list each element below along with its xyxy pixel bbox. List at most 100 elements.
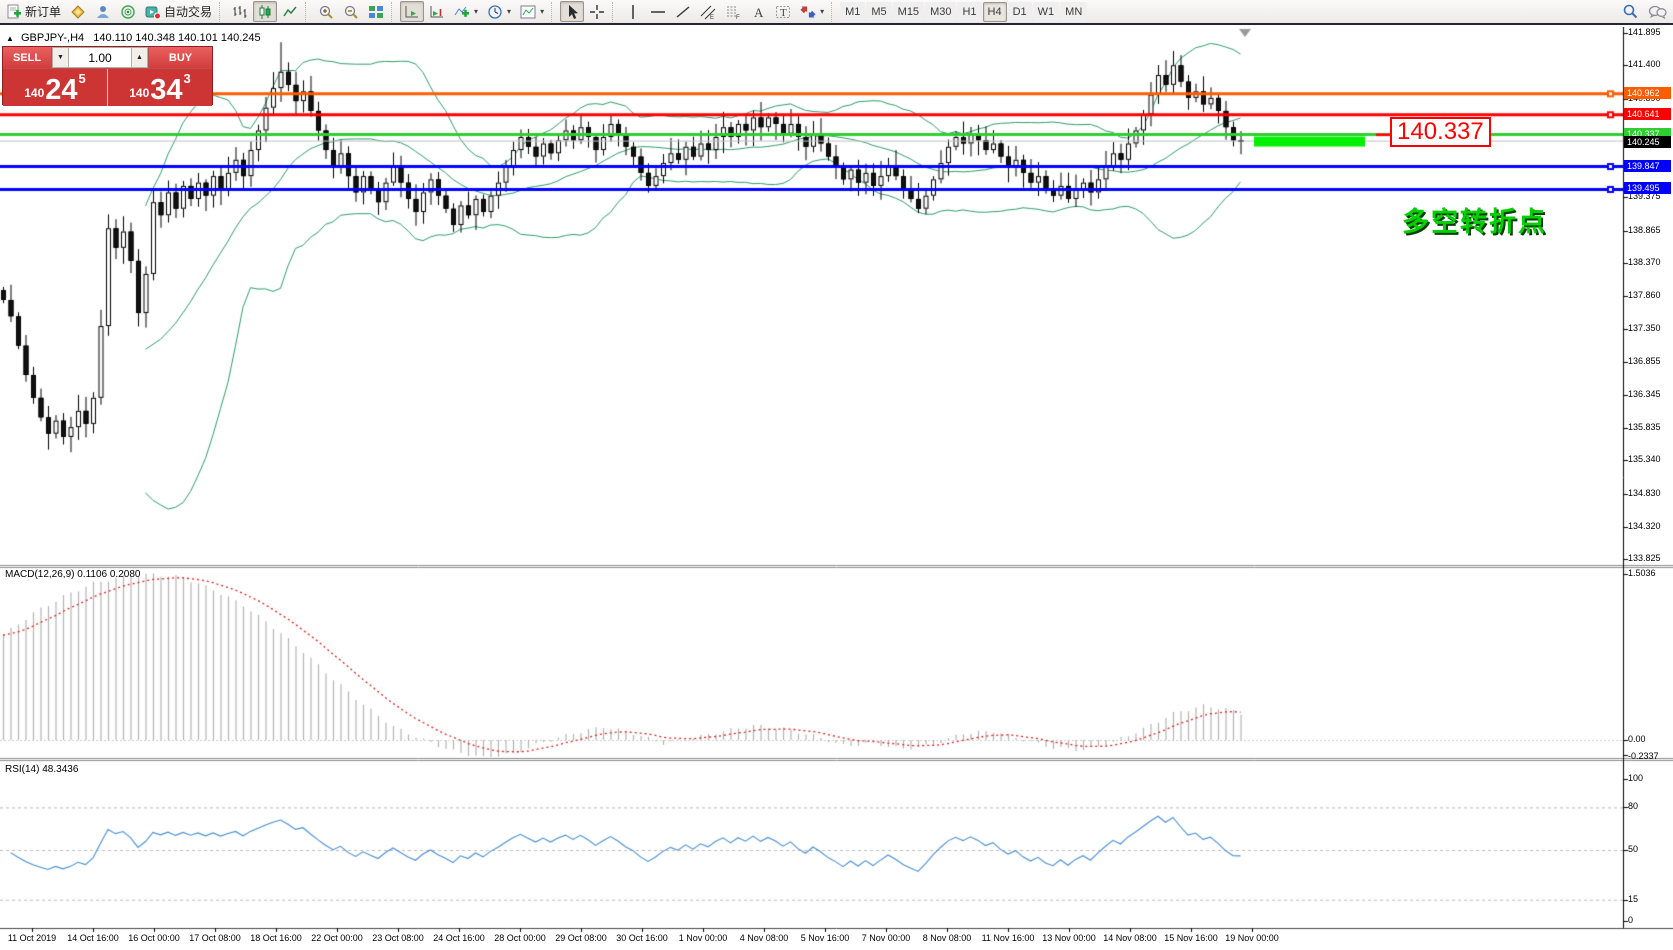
channel-icon: E [700,4,716,20]
cursor-icon [564,4,580,20]
chart-shift-icon [429,4,445,20]
time-axis-label: 14 Oct 16:00 [67,933,119,943]
tab-timeframe-mn[interactable]: MN [1060,2,1087,22]
svg-text:T: T [780,7,787,19]
tab-timeframe-d1[interactable]: D1 [1008,2,1032,22]
collapse-triangle-icon[interactable]: ▲ [6,34,14,43]
time-axis-label: 28 Oct 00:00 [494,933,546,943]
toolbar-separator [305,2,311,22]
bar-chart-icon [232,4,248,20]
price-axis-tick: 135.340 [1628,454,1661,464]
tile-windows-button[interactable] [364,1,388,22]
symbol-label: GBPJPY-,H4 [21,32,84,44]
cursor-button[interactable] [560,1,584,22]
tab-timeframe-m1[interactable]: M1 [840,2,865,22]
price-line-label[interactable]: 140.641 [1624,108,1671,120]
price-axis-tick: 136.345 [1628,389,1661,399]
price-callout-box[interactable]: 140.337 [1390,117,1491,147]
zoom-in-button[interactable] [314,1,338,22]
candlestick-chart-button[interactable] [253,1,277,22]
sonar-button[interactable] [116,1,140,22]
chat-button[interactable] [1644,1,1671,22]
price-line-label[interactable]: 139.847 [1624,160,1671,172]
sell-price-prefix: 140 [24,86,44,100]
time-axis-label: 24 Oct 16:00 [433,933,485,943]
autoscroll-button[interactable] [400,1,424,22]
text-icon: A [750,4,766,20]
arrows-button[interactable]: ▾ [796,1,828,22]
periods-icon [487,4,503,20]
buy-price-prefix: 140 [129,86,149,100]
indicators-button[interactable]: ▾ [450,1,482,22]
bar-chart-button[interactable] [228,1,252,22]
chevron-down-icon: ▾ [820,7,824,16]
history-icon [70,4,86,20]
chart-shift-button[interactable] [425,1,449,22]
price-axis-tick: 135.835 [1628,422,1661,432]
chart-canvas[interactable] [0,27,1673,950]
time-axis-label: 11 Nov 16:00 [982,933,1035,943]
toolbar-separator [551,2,557,22]
price-line-label[interactable]: 140.962 [1624,87,1671,99]
arrows-icon [800,4,816,20]
sell-price-display[interactable]: 140 24 5 [3,69,108,106]
volume-input[interactable]: 1.00 [69,47,131,68]
tab-timeframe-w1[interactable]: W1 [1033,2,1060,22]
trendline-icon [675,4,691,20]
price-axis-tick: 141.400 [1628,59,1661,69]
line-chart-button[interactable] [278,1,302,22]
rsi-axis-tick: 0 [1628,915,1633,925]
buy-price-display[interactable]: 140 34 3 [108,69,212,106]
sell-button[interactable]: SELL [3,47,52,68]
text-button[interactable]: A [746,1,770,22]
vertical-line-button[interactable] [621,1,645,22]
new-order-icon [6,4,22,20]
time-axis-label: 16 Oct 00:00 [128,933,180,943]
macd-axis-tick: 1.5036 [1628,568,1656,578]
svg-text:F: F [736,15,740,20]
fibonacci-button[interactable]: F [721,1,745,22]
price-axis-tick: 136.855 [1628,356,1661,366]
toolbar-separator [219,2,225,22]
buy-button[interactable]: BUY [148,47,212,68]
new-order-button[interactable]: 新订单 [2,1,65,22]
tab-timeframe-m5[interactable]: M5 [866,2,891,22]
search-button[interactable] [1618,1,1643,22]
autotrade-icon [145,4,161,20]
trendline-button[interactable] [671,1,695,22]
zoom-out-button[interactable] [339,1,363,22]
fibonacci-icon: F [725,4,741,20]
templates-button[interactable]: ▾ [516,1,548,22]
rsi-indicator-label: RSI(14) 48.3436 [5,764,78,775]
rsi-axis-tick: 80 [1628,801,1638,811]
main-toolbar: 新订单 自动交易 ▾ ▾ [0,0,1673,25]
text-label-icon: T [775,4,791,20]
periods-button[interactable]: ▾ [483,1,515,22]
history-button[interactable] [66,1,90,22]
autotrade-button[interactable]: 自动交易 [141,1,216,22]
time-axis-label: 1 Nov 00:00 [679,933,728,943]
text-label-button[interactable]: T [771,1,795,22]
tab-timeframe-m30[interactable]: M30 [925,2,956,22]
channel-button[interactable]: E [696,1,720,22]
crosshair-button[interactable] [585,1,609,22]
tab-timeframe-h1[interactable]: H1 [957,2,981,22]
time-axis-label: 8 Nov 08:00 [923,933,972,943]
price-line-label[interactable]: 139.495 [1624,182,1671,194]
horizontal-line-icon [650,4,666,20]
chat-icon [1648,4,1667,20]
volume-decrease-button[interactable]: ▼ [52,47,69,68]
price-axis-tick: 138.370 [1628,257,1661,267]
macd-indicator-label: MACD(12,26,9) 0.1106 0.2080 [5,569,140,580]
tab-timeframe-m15[interactable]: M15 [893,2,924,22]
profile-button[interactable] [91,1,115,22]
volume-increase-button[interactable]: ▲ [131,47,148,68]
horizontal-line-button[interactable] [646,1,670,22]
price-axis-tick: 141.895 [1628,27,1661,37]
macd-axis-tick: 0.00 [1628,734,1646,744]
svg-text:A: A [754,5,764,20]
turning-point-note[interactable]: 多空转折点 [1402,200,1547,239]
tab-timeframe-h4[interactable]: H4 [983,2,1007,22]
time-axis-label: 22 Oct 00:00 [311,933,363,943]
sell-price-big: 24 [45,77,77,103]
